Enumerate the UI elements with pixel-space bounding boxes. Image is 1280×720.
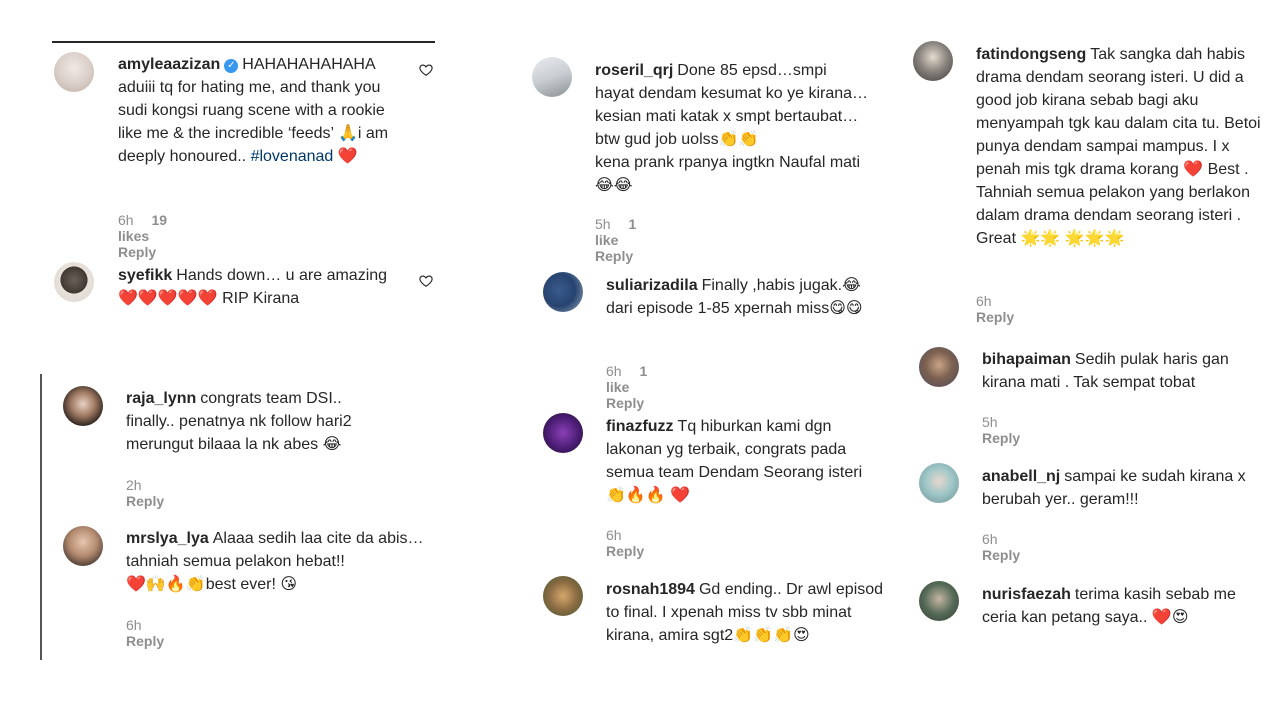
heart-outline-icon[interactable]	[419, 274, 433, 288]
comment-meta: 6h Reply	[982, 531, 1034, 563]
comment-body: bihapaiman Sedih pulak haris gan kirana m…	[982, 348, 1252, 394]
avatar[interactable]	[543, 272, 583, 312]
comment-meta: 6h 19 likes Reply	[118, 212, 170, 260]
comment-meta: 6h 1 like Reply	[606, 363, 658, 411]
emoji: 👏🔥🔥 ❤️	[606, 487, 691, 504]
comment-text-2: kena prank rpanya ingtkn Naufal mati	[595, 154, 861, 171]
comment-body: amyleaazizan ✓ HAHAHAHAHAHA aduiii tq for …	[118, 53, 408, 168]
comment-body: anabell_nj sampai ke sudah kirana x berub…	[982, 465, 1267, 511]
heart-outline-icon[interactable]	[419, 63, 433, 77]
comment-meta: 6h Reply	[126, 617, 178, 649]
reply-button[interactable]: Reply	[982, 547, 1020, 563]
reply-button[interactable]: Reply	[606, 395, 644, 411]
comment-meta: 2h Reply	[126, 477, 178, 509]
username[interactable]: syefikk	[118, 267, 172, 284]
avatar[interactable]	[63, 526, 103, 566]
emoji: ❤️🙌🔥👏	[126, 576, 206, 593]
timestamp: 5h	[982, 414, 998, 430]
username[interactable]: roseril_qrj	[595, 62, 673, 79]
reply-button[interactable]: Reply	[976, 309, 1014, 325]
username[interactable]: amyleaazizan	[118, 56, 220, 73]
emoji: 😂	[322, 436, 342, 453]
comment-text-2: RIP Kirana	[222, 290, 300, 307]
verified-badge-icon: ✓	[224, 59, 239, 73]
comment-body: raja_lynn congrats team DSI.. finally.. p…	[126, 387, 386, 456]
avatar[interactable]	[54, 52, 94, 92]
comment-meta: 6h Reply	[976, 293, 1028, 325]
emoji-2: 🌟🌟 🌟🌟🌟	[1020, 230, 1125, 247]
reply-button[interactable]: Reply	[606, 543, 644, 559]
comment-meta: 5h 1 like Reply	[595, 216, 647, 264]
avatar[interactable]	[919, 463, 959, 503]
timestamp: 5h	[595, 216, 611, 232]
avatar[interactable]	[532, 57, 572, 97]
emoji: 😂	[842, 277, 861, 294]
comment-body: syefikk Hands down… u are amazing ❤️❤️❤️❤…	[118, 264, 413, 310]
comment-text-2: dari episode 1-85 xpernah miss	[606, 300, 830, 317]
timestamp: 6h	[118, 212, 134, 228]
username[interactable]: bihapaiman	[982, 351, 1071, 368]
emoji-2: 😘	[280, 576, 298, 593]
comment-meta: 5h Reply	[982, 414, 1034, 446]
username[interactable]: suliarizadila	[606, 277, 698, 294]
comment-text: Finally ,habis jugak.	[701, 277, 843, 294]
comment-body: nurisfaezah terima kasih sebab me ceria k…	[982, 583, 1262, 629]
emoji: 👏👏	[718, 131, 759, 148]
panel-left-border	[40, 374, 42, 660]
hashtag-link[interactable]: #lovenanad	[251, 148, 334, 165]
avatar[interactable]	[543, 576, 583, 616]
avatar[interactable]	[919, 347, 959, 387]
username[interactable]: raja_lynn	[126, 390, 196, 407]
comment-meta: 6h Reply	[606, 527, 658, 559]
username[interactable]: finazfuzz	[606, 418, 674, 435]
emoji: ❤️	[337, 148, 358, 165]
avatar[interactable]	[919, 581, 959, 621]
timestamp: 6h	[606, 527, 622, 543]
reply-button[interactable]: Reply	[982, 430, 1020, 446]
avatar[interactable]	[543, 413, 583, 453]
panel-top-border	[52, 41, 435, 43]
timestamp: 6h	[606, 363, 622, 379]
avatar[interactable]	[913, 41, 953, 81]
emoji: ❤️❤️❤️❤️❤️	[118, 290, 218, 307]
comment-body: fatindongseng Tak sangka dah habis drama …	[976, 43, 1261, 250]
emoji: ❤️	[1183, 161, 1204, 178]
comment-body: suliarizadila Finally ,habis jugak.😂 dari…	[606, 274, 876, 320]
timestamp: 2h	[126, 477, 142, 493]
avatar[interactable]	[54, 262, 94, 302]
comment-body: rosnah1894 Gd ending.. Dr awl episod to f…	[606, 578, 896, 647]
comment-text: Hands down… u are amazing	[176, 267, 388, 284]
avatar[interactable]	[63, 386, 103, 426]
timestamp: 6h	[126, 617, 142, 633]
emoji: ❤️😍	[1151, 609, 1189, 626]
username[interactable]: nurisfaezah	[982, 586, 1071, 603]
username[interactable]: rosnah1894	[606, 581, 695, 598]
timestamp: 6h	[982, 531, 998, 547]
comment-body: finazfuzz Tq hiburkan kami dgn lakonan yg…	[606, 415, 886, 507]
username[interactable]: mrslya_lya	[126, 530, 209, 547]
emoji-2: 😋😋	[829, 300, 863, 317]
emoji-2: 😂😂	[595, 177, 633, 194]
reply-button[interactable]: Reply	[126, 493, 164, 509]
reply-button[interactable]: Reply	[595, 248, 633, 264]
comment-text: Tak sangka dah habis drama dendam seoran…	[976, 46, 1261, 178]
comment-body: roseril_qrj Done 85 epsd…smpi hayat denda…	[595, 59, 870, 197]
comment-text-2: best ever!	[205, 576, 276, 593]
emoji: 👏👏👏😍	[733, 627, 810, 644]
comment-body: mrslya_lya Alaaa sedih laa cite da abis…t…	[126, 527, 426, 596]
username[interactable]: fatindongseng	[976, 46, 1086, 63]
username[interactable]: anabell_nj	[982, 468, 1060, 485]
reply-button[interactable]: Reply	[126, 633, 164, 649]
timestamp: 6h	[976, 293, 992, 309]
reply-button[interactable]: Reply	[118, 244, 156, 260]
